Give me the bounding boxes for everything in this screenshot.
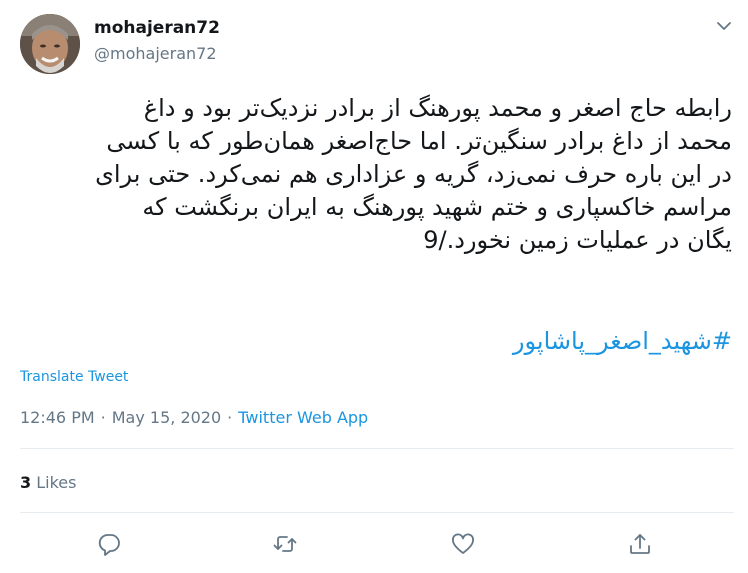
reply-icon[interactable] [96,531,122,557]
divider [20,512,734,513]
hashtag-link[interactable]: #شهید_اصغر_پاشاپور [513,325,732,358]
display-name[interactable]: mohajeran72 [94,18,220,38]
tweet-date[interactable]: May 15, 2020 [112,408,221,427]
tweet-meta: 12:46 PM · May 15, 2020 · Twitter Web App [20,408,368,427]
meta-separator: · [100,408,106,427]
likes-label: Likes [36,473,77,492]
chevron-down-icon[interactable] [712,14,736,38]
tweet-text-line: مراسم خاکسپاری و ختم شهید پورهنگ به ایرا… [142,193,732,221]
avatar[interactable] [20,14,80,74]
retweet-icon[interactable] [272,531,298,557]
tweet-text: رابطه حاج اصغر و محمد پورهنگ از برادر نز… [16,92,732,257]
likes-count[interactable]: 3 Likes [20,473,76,492]
heart-icon[interactable] [450,531,476,557]
meta-separator: · [227,408,233,427]
tweet-card: mohajeran72 @mohajeran72 رابطه حاج اصغر … [0,0,748,573]
handle[interactable]: @mohajeran72 [94,44,217,63]
tweet-text-line: یگان در عملیات زمین نخورد./9 [423,226,732,254]
tweet-text-line: رابطه حاج اصغر و محمد پورهنگ از برادر نز… [143,94,732,122]
likes-number: 3 [20,473,32,492]
tweet-time[interactable]: 12:46 PM [20,408,95,427]
tweet-source-link[interactable]: Twitter Web App [238,408,368,427]
tweet-text-line: محمد از داغ برادر سنگین‌تر. اما حاج‌اصغر… [106,127,732,155]
translate-tweet-link[interactable]: Translate Tweet [20,369,128,385]
share-icon[interactable] [627,531,653,557]
tweet-text-line: در این باره حرف نمی‌زد، گریه و عزاداری ه… [95,160,732,188]
divider [20,448,734,449]
